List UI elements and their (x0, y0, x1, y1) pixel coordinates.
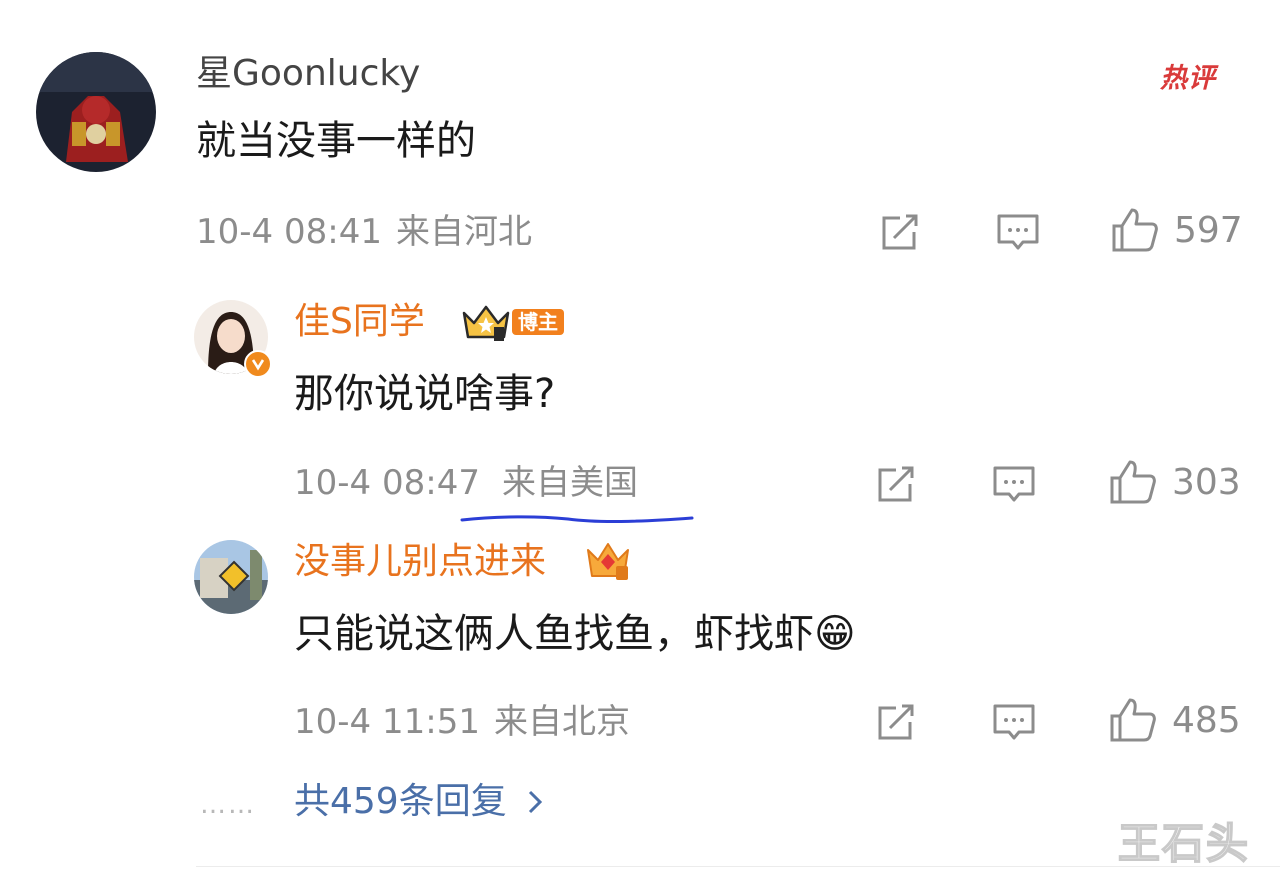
blogger-badge: 博主 (512, 309, 564, 335)
like-icon (1112, 208, 1158, 252)
crown-badge-icon (584, 538, 632, 586)
crown-badge-icon (460, 303, 512, 347)
comment-button[interactable] (990, 698, 1038, 746)
more-replies-label: 共459条回复 (294, 781, 507, 822)
reply-username[interactable]: 佳S同学 (294, 300, 425, 344)
verified-icon (244, 350, 272, 378)
hot-comment-badge: 热评 (1160, 63, 1216, 94)
share-icon (878, 704, 914, 740)
reply-text: 那你说说啥事? (294, 371, 556, 417)
reply-username[interactable]: 没事儿别点进来 (294, 540, 546, 584)
like-button[interactable]: 485 (1108, 696, 1241, 744)
comment-location: 来自河北 (395, 212, 532, 252)
comment-time: 10-4 08:41 (196, 212, 382, 252)
share-icon (882, 214, 918, 250)
like-icon (1110, 460, 1156, 504)
comment-text: 就当没事一样的 (196, 118, 476, 164)
like-icon (1110, 698, 1156, 742)
reply-location: 来自美国 (501, 463, 638, 503)
like-button[interactable]: 597 (1110, 206, 1243, 254)
comment-button[interactable] (994, 208, 1042, 256)
replies-dots: …… (200, 790, 256, 820)
share-button[interactable] (872, 460, 920, 508)
avatar-meishier[interactable] (194, 540, 268, 614)
share-button[interactable] (872, 698, 920, 746)
reply-text: 只能说这俩人鱼找鱼，虾找虾😁 (294, 608, 856, 660)
comment-username[interactable]: 星Goonlucky (196, 52, 420, 96)
comment-button[interactable] (990, 460, 1038, 508)
reply-meta: 10-4 11:51 来自北京 (294, 702, 630, 742)
reply-location: 来自北京 (493, 702, 630, 742)
like-count: 485 (1172, 699, 1241, 741)
reply-time: 10-4 08:47 (294, 463, 480, 503)
annotation-underline (460, 515, 694, 524)
grin-emoji-icon: 😁 (814, 611, 856, 657)
watermark: 王石头 (1117, 818, 1251, 869)
share-button[interactable] (876, 208, 924, 256)
more-replies-link[interactable]: 共459条回复 (294, 780, 545, 824)
share-icon (878, 466, 914, 502)
comment-icon (993, 704, 1035, 740)
chevron-right-icon (528, 790, 542, 814)
comment-icon (997, 214, 1039, 250)
reply-text-body: 只能说这俩人鱼找鱼，虾找虾 (294, 611, 814, 657)
like-count: 597 (1174, 209, 1243, 251)
reply-meta: 10-4 08:47 来自美国 (294, 463, 638, 503)
like-button[interactable]: 303 (1108, 458, 1241, 506)
comment-icon (993, 466, 1035, 502)
avatar-goonlucky[interactable] (36, 52, 156, 172)
comment-meta: 10-4 08:41 来自河北 (196, 212, 532, 252)
reply-time: 10-4 11:51 (294, 702, 480, 742)
like-count: 303 (1172, 461, 1241, 503)
